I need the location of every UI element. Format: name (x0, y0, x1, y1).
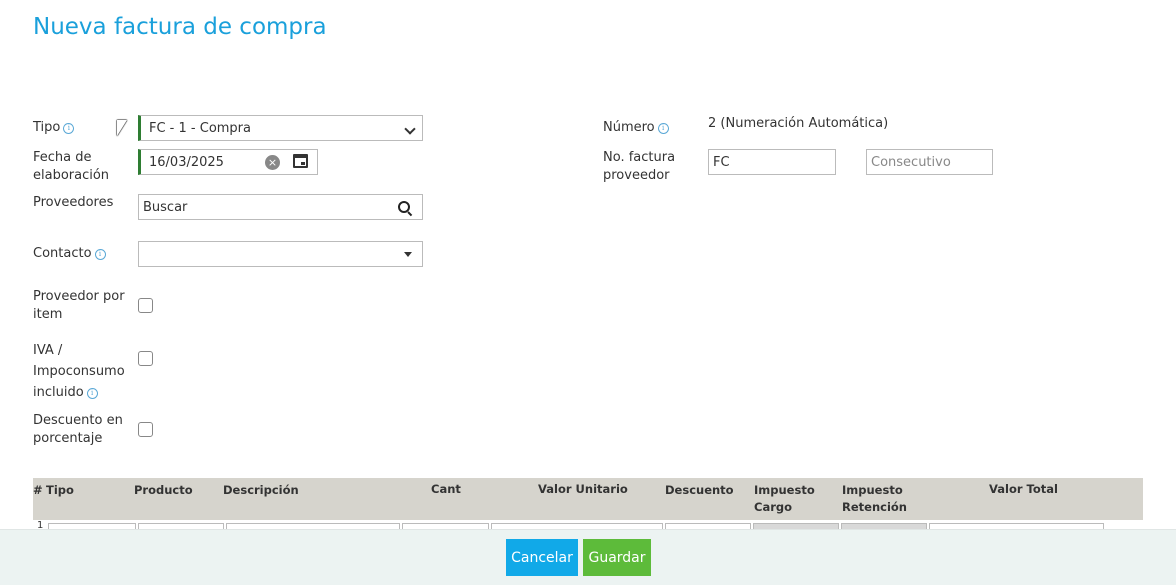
contacto-label: Contacto i (33, 245, 106, 263)
caret-down-icon (404, 252, 412, 257)
iva-checkbox[interactable] (138, 351, 153, 366)
search-icon[interactable] (398, 201, 410, 213)
col-valor-total: Valor Total (989, 482, 1058, 496)
proveedor-por-item-checkbox[interactable] (138, 298, 153, 313)
calendar-icon[interactable] (293, 154, 308, 168)
col-tipo: Tipo (46, 483, 74, 497)
tipo-select-value: FC - 1 - Compra (149, 121, 251, 136)
fecha-input-value: 16/03/2025 (149, 155, 224, 170)
col-valor-unitario: Valor Unitario (538, 482, 628, 496)
col-number: # (33, 483, 43, 497)
chevron-down-icon (404, 123, 416, 135)
cancel-button[interactable]: Cancelar (506, 539, 578, 576)
info-icon[interactable]: i (63, 123, 75, 134)
tipo-select[interactable]: FC - 1 - Compra (138, 115, 423, 141)
numero-value: 2 (Numeración Automática) (708, 116, 889, 131)
clear-icon[interactable]: × (265, 155, 280, 170)
consecutivo-placeholder: Consecutivo (871, 155, 951, 170)
page-title: Nueva factura de compra (33, 14, 327, 40)
iva-label: IVA / Impoconsumo incluido i (33, 343, 125, 400)
contacto-select[interactable] (138, 241, 423, 267)
info-icon[interactable]: i (657, 123, 669, 134)
proveedores-search-input[interactable]: Buscar (138, 194, 423, 220)
consecutivo-input[interactable]: Consecutivo (866, 149, 993, 175)
proveedores-label: Proveedores (33, 195, 114, 210)
no-factura-label: No. factura proveedor (603, 150, 676, 183)
factura-prefix-input[interactable]: FC (708, 149, 836, 175)
factura-prefix-value: FC (713, 155, 730, 170)
save-button[interactable]: Guardar (583, 539, 651, 576)
col-producto: Producto (134, 483, 193, 497)
info-icon[interactable]: i (86, 388, 98, 399)
proveedor-por-item-label: Proveedor por item (33, 289, 125, 322)
proveedores-search-value: Buscar (143, 200, 188, 215)
col-descripcion: Descripción (223, 483, 299, 497)
fecha-label: Fecha de elaboración (33, 150, 110, 183)
mouse-cursor-icon (117, 120, 127, 136)
tipo-label: Tipo i (33, 119, 75, 137)
descuento-label: Descuento en porcentaje (33, 413, 123, 446)
numero-label: Número i (603, 119, 669, 137)
col-cant: Cant (431, 482, 461, 496)
col-descuento: Descuento (665, 483, 734, 497)
col-impuesto-retencion: Impuesto Retención (842, 483, 907, 514)
info-icon[interactable]: i (94, 249, 106, 260)
descuento-checkbox[interactable] (138, 422, 153, 437)
fecha-input[interactable]: 16/03/2025 × (138, 149, 318, 175)
col-impuesto-cargo: Impuesto Cargo (754, 483, 815, 514)
